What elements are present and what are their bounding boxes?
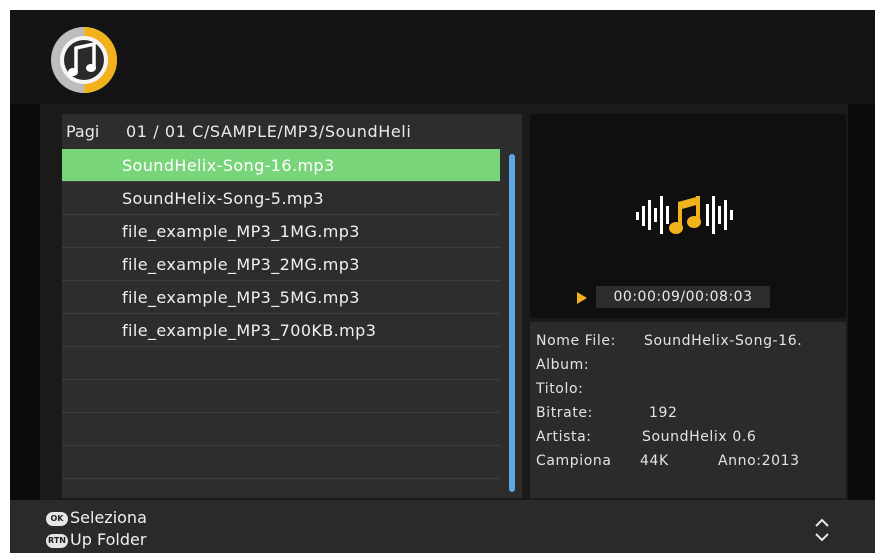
sample-value: 44K: [640, 453, 669, 469]
title-label: Titolo:: [536, 381, 584, 397]
file-list-item[interactable]: file_example_MP3_700KB.mp3: [62, 314, 500, 347]
file-list-item[interactable]: [62, 380, 500, 413]
ok-button-icon: OK: [46, 511, 68, 526]
audio-wave-music-note-icon: [636, 196, 733, 234]
file-list-item[interactable]: file_example_MP3_2MG.mp3: [62, 248, 500, 281]
filename-label: Nome File:: [536, 333, 616, 349]
file-list-item[interactable]: file_example_MP3_1MG.mp3: [62, 215, 500, 248]
select-hint: OK Seleziona: [46, 507, 147, 529]
file-info-panel: Nome File: SoundHelix-Song-16. Album: Ti…: [530, 322, 846, 498]
right-margin: [848, 104, 875, 500]
year-value: Anno:2013: [718, 453, 800, 469]
file-name: file_example_MP3_5MG.mp3: [122, 288, 360, 307]
up-down-arrows-icon: [815, 518, 829, 542]
scrollbar[interactable]: [509, 154, 515, 492]
preview-panel: 00:00:09/00:08:03: [530, 114, 846, 318]
file-list-panel: Pagi 01 / 01 C/SAMPLE/MP3/SoundHeli Soun…: [62, 114, 522, 512]
file-name: file_example_MP3_2MG.mp3: [122, 255, 360, 274]
return-button-icon: RTN: [46, 533, 68, 548]
play-icon: [577, 292, 587, 304]
page-label: Pagi: [66, 122, 100, 141]
file-list-item[interactable]: [62, 413, 500, 446]
path-bar: Pagi 01 / 01 C/SAMPLE/MP3/SoundHeli: [62, 118, 522, 146]
current-path: 01 / 01 C/SAMPLE/MP3/SoundHeli: [126, 122, 412, 141]
filename-value: SoundHelix-Song-16.: [644, 333, 803, 349]
up-folder-label: Up Folder: [70, 530, 147, 549]
file-name: SoundHelix-Song-5.mp3: [122, 189, 324, 208]
music-note-icon: [51, 27, 117, 93]
album-label: Album:: [536, 357, 590, 373]
file-list-item[interactable]: SoundHelix-Song-16.mp3: [62, 149, 500, 182]
file-list-item[interactable]: file_example_MP3_5MG.mp3: [62, 281, 500, 314]
bitrate-value: 192: [649, 405, 678, 421]
file-list-item[interactable]: SoundHelix-Song-5.mp3: [62, 182, 500, 215]
select-label: Seleziona: [70, 508, 147, 527]
up-folder-hint: RTN Up Folder: [46, 529, 146, 551]
file-list-item[interactable]: [62, 347, 500, 380]
sample-label: Campiona: [536, 453, 612, 469]
header-bar: [10, 10, 875, 104]
scrollbar-thumb[interactable]: [509, 154, 515, 492]
file-list: SoundHelix-Song-16.mp3 SoundHelix-Song-5.…: [62, 149, 500, 512]
file-name: SoundHelix-Song-16.mp3: [122, 156, 335, 175]
playback-time: 00:00:09/00:08:03: [596, 286, 770, 308]
media-player-screen: Pagi 01 / 01 C/SAMPLE/MP3/SoundHeli Soun…: [10, 10, 875, 553]
file-name: file_example_MP3_1MG.mp3: [122, 222, 360, 241]
bitrate-label: Bitrate:: [536, 405, 593, 421]
file-list-item[interactable]: [62, 446, 500, 479]
file-name: file_example_MP3_700KB.mp3: [122, 321, 377, 340]
left-margin: [10, 104, 40, 500]
artist-value: SoundHelix 0.6: [642, 429, 757, 445]
footer-bar: OK Seleziona RTN Up Folder: [10, 500, 875, 553]
artist-label: Artista:: [536, 429, 592, 445]
